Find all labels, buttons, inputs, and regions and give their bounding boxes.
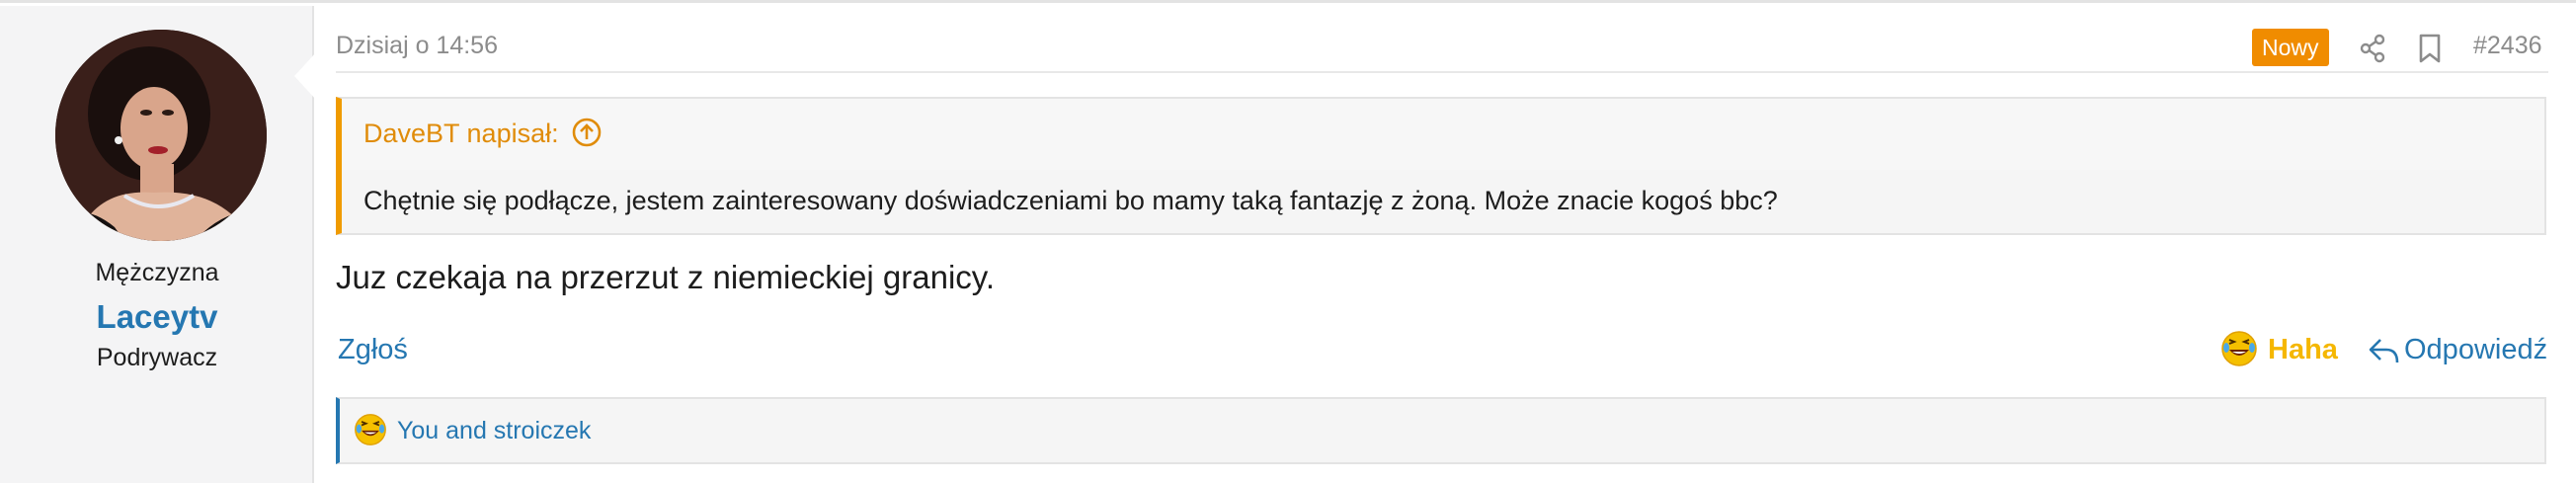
username-link[interactable]: Laceytv: [0, 298, 314, 336]
post-arrow: [294, 52, 316, 100]
quote-block: DaveBT napisał: Chętnie się podłącze, je…: [336, 97, 2546, 235]
post-header: Dzisiaj o 14:56 Nowy #2436: [336, 6, 2548, 73]
quote-header: DaveBT napisał:: [342, 99, 2544, 170]
arrow-up-circle-icon[interactable]: [571, 117, 603, 148]
share-icon[interactable]: [2359, 34, 2386, 63]
post-number-link[interactable]: #2436: [2473, 32, 2542, 60]
post-date-link[interactable]: Dzisiaj o 14:56: [336, 32, 498, 60]
post-main: Dzisiaj o 14:56 Nowy #2436 DaveBT napisa…: [336, 6, 2548, 483]
quote-text: Chętnie się podłącze, jestem zainteresow…: [363, 186, 1778, 215]
bookmark-icon[interactable]: [2418, 34, 2442, 63]
reactions-summary[interactable]: You and stroiczek: [336, 397, 2546, 464]
avatar-image: [55, 30, 267, 241]
post-container: Mężczyzna Laceytv Podrywacz Dzisiaj o 14…: [0, 0, 2576, 483]
haha-label: Haha: [2268, 334, 2338, 365]
post-message: Juz czekaja na przerzut z niemieckiej gr…: [336, 259, 995, 295]
avatar[interactable]: [55, 30, 267, 241]
laughing-emoji-icon: [355, 414, 386, 445]
report-link[interactable]: Zgłoś: [338, 334, 408, 366]
user-info-panel: Mężczyzna Laceytv Podrywacz: [0, 6, 314, 483]
laughing-emoji-icon: [2221, 331, 2257, 366]
user-gender: Mężczyzna: [95, 259, 219, 286]
user-rank: Podrywacz: [96, 344, 218, 371]
quote-author-link[interactable]: DaveBT napisał:: [363, 119, 559, 149]
reply-label: Odpowiedź: [2404, 334, 2548, 365]
reply-icon: [2369, 339, 2399, 363]
reactions-summary-text[interactable]: You and stroiczek: [397, 417, 591, 445]
new-badge: Nowy: [2252, 29, 2329, 66]
